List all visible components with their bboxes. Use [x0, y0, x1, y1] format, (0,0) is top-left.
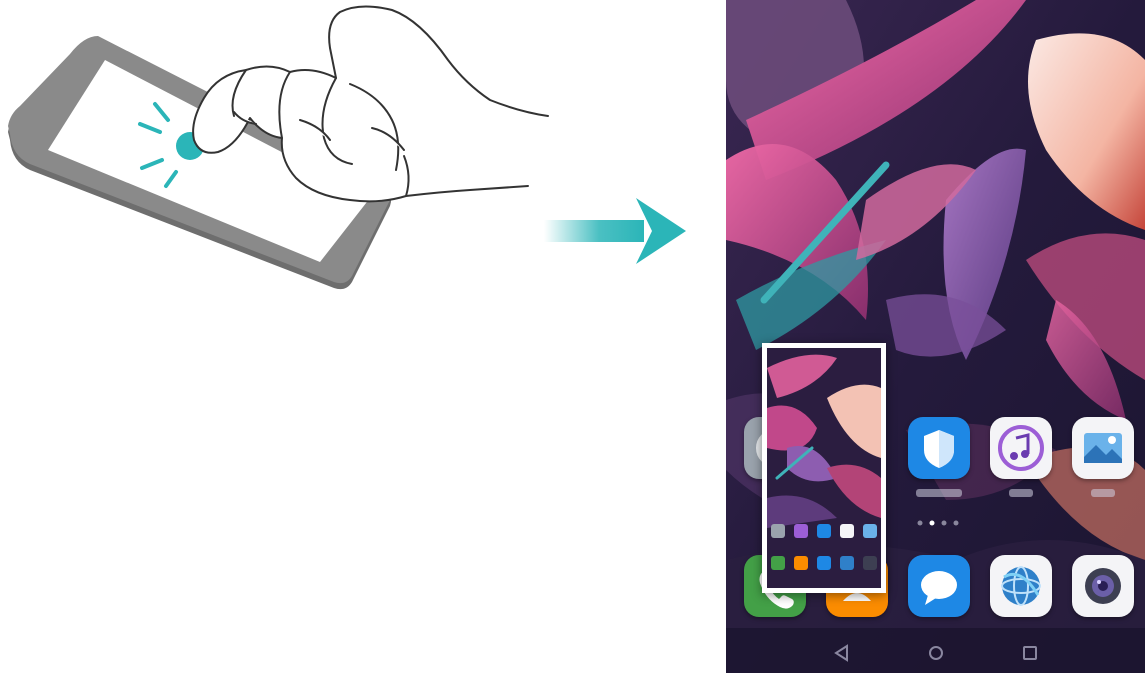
messages-icon[interactable] — [908, 555, 970, 617]
mini-manager-icon — [794, 524, 808, 538]
thumbnail-wallpaper — [767, 348, 881, 588]
phone-manager-icon[interactable] — [908, 417, 970, 479]
mini-settings-icon — [771, 524, 785, 538]
app-label — [916, 489, 962, 497]
camera-icon[interactable] — [1072, 555, 1134, 617]
hand-knock-icon — [8, 5, 549, 290]
mini-contacts-icon — [794, 556, 808, 570]
music-icon[interactable] — [990, 417, 1052, 479]
app-label — [1091, 489, 1115, 497]
home-icon[interactable] — [925, 642, 947, 664]
right-arrow-icon — [544, 198, 686, 264]
screenshot-thumbnail[interactable] — [762, 343, 886, 593]
app-label — [1009, 489, 1033, 497]
back-icon[interactable] — [831, 642, 853, 664]
mini-gallery-icon — [863, 524, 877, 538]
mini-music-icon — [840, 524, 854, 538]
mini-browser-icon — [840, 556, 854, 570]
mini-shield-icon — [817, 524, 831, 538]
mini-camera-icon — [863, 556, 877, 570]
recents-icon[interactable] — [1019, 642, 1041, 664]
navigation-bar — [726, 628, 1145, 673]
stage — [0, 0, 1145, 673]
browser-icon[interactable] — [990, 555, 1052, 617]
page-indicator — [917, 520, 959, 526]
phone-home-screen — [726, 0, 1145, 673]
mini-phone-icon — [771, 556, 785, 570]
gallery-icon[interactable] — [1072, 417, 1134, 479]
screenshot-preview — [767, 348, 881, 588]
mini-messages-icon — [817, 556, 831, 570]
